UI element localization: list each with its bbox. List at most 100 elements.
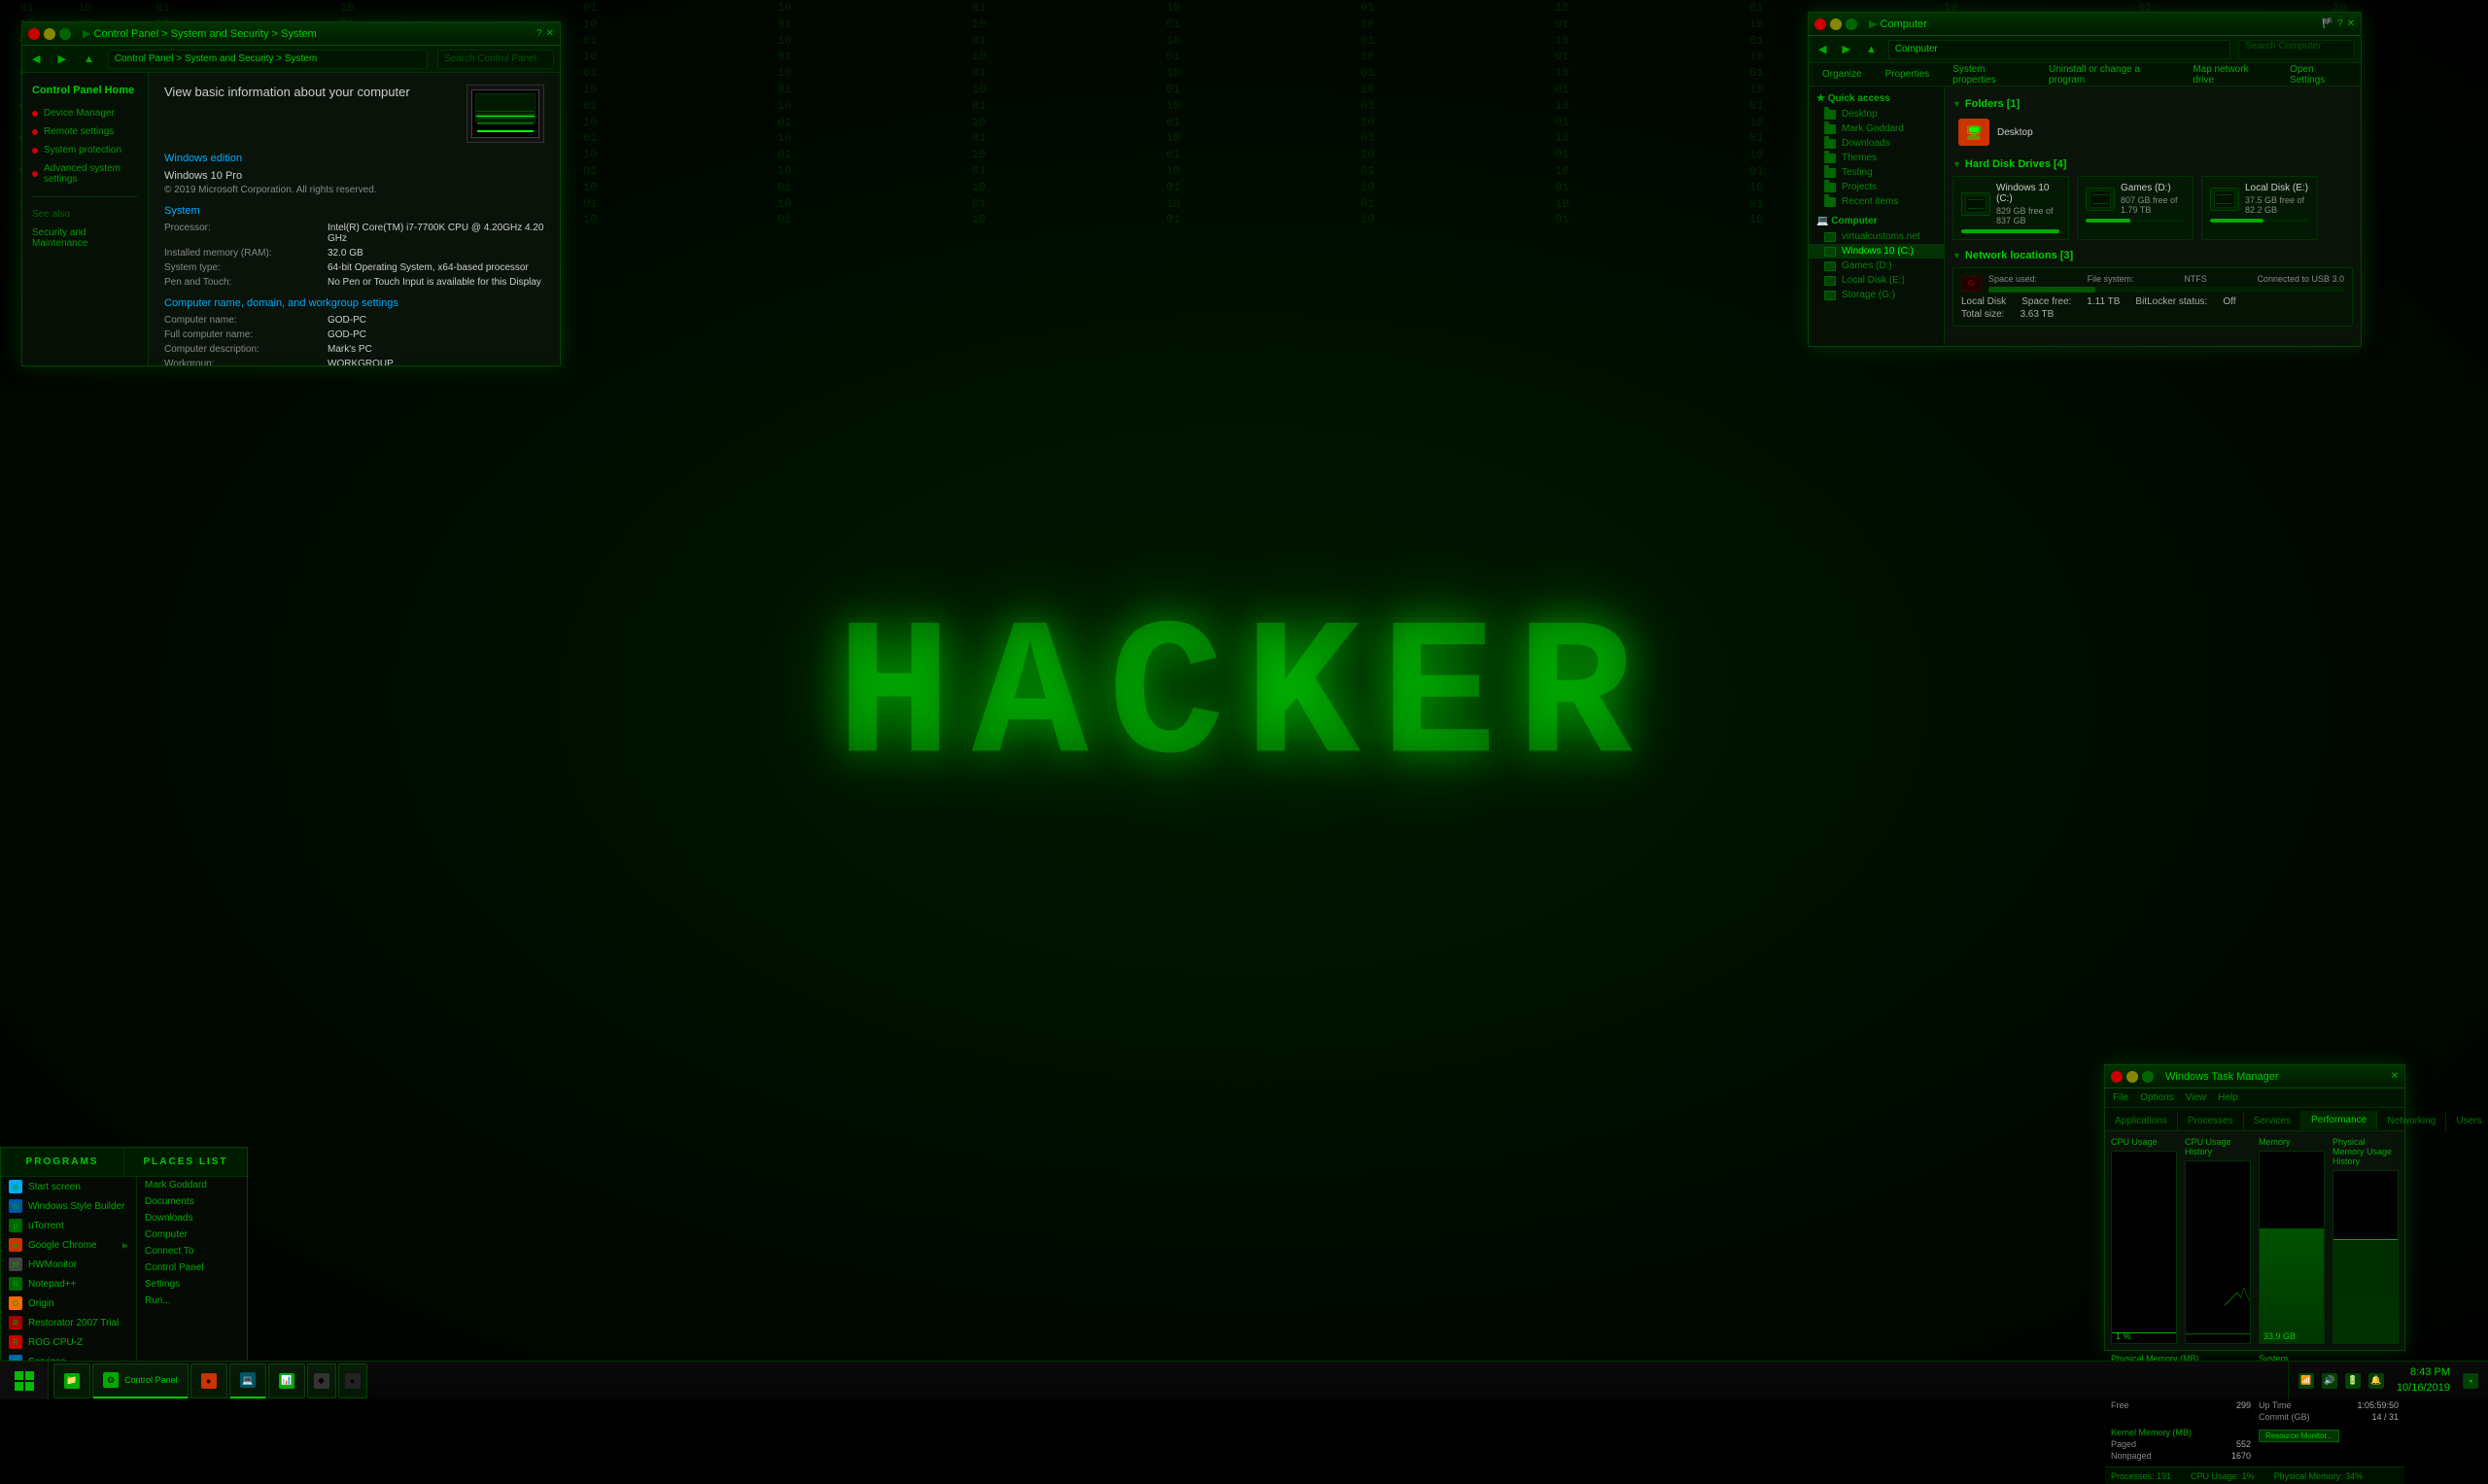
organize-menu[interactable]: Organize <box>1818 67 1866 82</box>
sidebar-mark-goddard[interactable]: Mark Goddard <box>1809 121 1944 136</box>
tab-services[interactable]: Services <box>2244 1112 2301 1130</box>
sidebar-item-advanced[interactable]: Advanced system settings <box>22 159 148 189</box>
close-icon[interactable]: ✕ <box>2391 1071 2399 1082</box>
tab-performance[interactable]: Performance <box>2301 1111 2377 1130</box>
help-icon[interactable]: ? <box>2337 18 2343 29</box>
minimize-button[interactable] <box>2126 1071 2138 1083</box>
sidebar-themes[interactable]: Themes <box>1809 151 1944 165</box>
sm-rog-cpuz[interactable]: R ROG CPU-Z <box>1 1332 136 1352</box>
taskbar-misc2[interactable]: ● <box>338 1363 367 1398</box>
back-button[interactable]: ◀ <box>28 51 44 67</box>
drive-e[interactable]: Local Disk (E:) 37.5 GB free of 82.2 GB <box>2201 176 2318 240</box>
sidebar-item-security[interactable]: Security and Maintenance <box>22 224 148 253</box>
sidebar-local-disk-e[interactable]: Local Disk (E:) <box>1809 273 1944 288</box>
maximize-button[interactable] <box>2142 1071 2154 1083</box>
fe-search-box[interactable]: Search Computer <box>2238 40 2355 59</box>
drive-d[interactable]: Games (D:) 807 GB free of 1.79 TB <box>2077 176 2194 240</box>
file-menu[interactable]: File <box>2113 1092 2128 1103</box>
quick-access-header[interactable]: ★ Quick access <box>1809 90 1944 107</box>
sm-origin[interactable]: O Origin <box>1 1294 136 1313</box>
sm-google-chrome[interactable]: ● Google Chrome ▶ <box>1 1235 136 1255</box>
sidebar-projects[interactable]: Projects <box>1809 180 1944 194</box>
systray-volume[interactable]: 🔊 <box>2322 1373 2337 1389</box>
sm-computer[interactable]: Computer <box>137 1226 247 1243</box>
sm-windows-style-builder[interactable]: W Windows Style Builder <box>1 1196 136 1216</box>
start-menu: PROGRAMS PLACES LIST ⊞ Start screen W Wi… <box>0 1147 248 1361</box>
sidebar-virtualcustoms[interactable]: virtualcustoms.net <box>1809 229 1944 244</box>
map-network-menu[interactable]: Map network drive <box>2189 62 2270 87</box>
cpu-history-section: CPU Usage History <box>2185 1137 2251 1344</box>
sidebar-item-remote-settings[interactable]: Remote settings <box>22 122 148 141</box>
tab-processes[interactable]: Processes <box>2178 1112 2244 1130</box>
sm-hwmonitor[interactable]: H HWMonitor <box>1 1255 136 1274</box>
computer-header[interactable]: 💻 Computer <box>1809 213 1944 229</box>
up-button[interactable]: ▲ <box>80 52 98 67</box>
pen-touch-label: Pen and Touch: <box>164 277 320 288</box>
sm-restorator[interactable]: R Restorator 2007 Trial <box>1 1313 136 1332</box>
sidebar-games-d[interactable]: Games (D:) <box>1809 259 1944 273</box>
sm-settings[interactable]: Settings <box>137 1276 247 1293</box>
taskbar-clock[interactable]: 8:43 PM 10/16/2019 <box>2392 1365 2455 1396</box>
search-box[interactable]: Search Control Panel <box>437 50 554 69</box>
sidebar-testing[interactable]: Testing <box>1809 165 1944 180</box>
minimize-button[interactable] <box>44 28 55 40</box>
sidebar-downloads[interactable]: Downloads <box>1809 136 1944 151</box>
back-button[interactable]: ◀ <box>1814 41 1830 57</box>
close-icon[interactable]: ✕ <box>2347 18 2355 29</box>
close-icon[interactable]: ✕ <box>546 28 554 39</box>
uninstall-menu[interactable]: Uninstall or change a program <box>2045 62 2173 87</box>
sm-services[interactable]: S Services ▶ <box>1 1352 136 1361</box>
systray-battery[interactable]: 🔋 <box>2345 1373 2361 1389</box>
systray-network[interactable]: 📶 <box>2298 1373 2314 1389</box>
sidebar-item-device-manager[interactable]: Device Manager <box>22 104 148 122</box>
sm-start-screen[interactable]: ⊞ Start screen <box>1 1177 136 1196</box>
paged-row: Paged 552 <box>2111 1439 2251 1449</box>
close-button[interactable] <box>1814 18 1826 30</box>
taskbar-control-panel[interactable]: ⚙ Control Panel <box>92 1363 189 1398</box>
sidebar-desktop[interactable]: Desktop <box>1809 107 1944 121</box>
sm-control-panel[interactable]: Control Panel <box>137 1260 247 1276</box>
systray-notification[interactable]: 🔔 <box>2368 1373 2384 1389</box>
sm-downloads[interactable]: Downloads <box>137 1210 247 1226</box>
sidebar-windows10-c[interactable]: Windows 10 (C:) <box>1809 244 1944 259</box>
forward-button[interactable]: ▶ <box>1838 41 1853 57</box>
maximize-button[interactable] <box>1846 18 1857 30</box>
fe-address-bar[interactable]: Computer <box>1888 40 2230 59</box>
properties-menu[interactable]: Properties <box>1882 67 1934 82</box>
sm-documents[interactable]: Documents <box>137 1193 247 1210</box>
taskbar-computer[interactable]: 💻 <box>229 1363 266 1398</box>
sm-notepadpp[interactable]: N Notepad++ <box>1 1274 136 1294</box>
tab-networking[interactable]: Networking <box>2377 1112 2446 1130</box>
sm-run[interactable]: Run... <box>137 1293 247 1309</box>
taskbar-file-explorer[interactable]: 📁 <box>53 1363 90 1398</box>
start-button[interactable] <box>0 1362 49 1399</box>
up-button[interactable]: ▲ <box>1862 42 1881 57</box>
taskbar-browser[interactable]: ● <box>190 1363 227 1398</box>
taskbar-misc1[interactable]: ◆ <box>307 1363 336 1398</box>
open-settings-menu[interactable]: Open Settings <box>2286 62 2351 87</box>
sidebar-storage-g[interactable]: Storage (G:) <box>1809 288 1944 302</box>
taskbar-task-manager[interactable]: 📊 <box>268 1363 305 1398</box>
sidebar-item-system-protection[interactable]: System protection <box>22 141 148 159</box>
options-menu[interactable]: Options <box>2140 1092 2173 1103</box>
close-button[interactable] <box>28 28 40 40</box>
minimize-button[interactable] <box>1830 18 1842 30</box>
sm-utorrent[interactable]: μ uTorrent <box>1 1216 136 1235</box>
sidebar-recent-items[interactable]: Recent items <box>1809 194 1944 209</box>
desktop-folder[interactable]: 🖥 Desktop <box>1952 116 2039 149</box>
forward-button[interactable]: ▶ <box>53 51 69 67</box>
system-properties-menu[interactable]: System properties <box>1949 62 2029 87</box>
address-bar[interactable]: Control Panel > System and Security > Sy… <box>108 50 428 69</box>
drive-c[interactable]: Windows 10 (C:) 829 GB free of 837 GB <box>1952 176 2069 240</box>
sm-connect-to[interactable]: Connect To <box>137 1243 247 1260</box>
tab-users[interactable]: Users <box>2446 1112 2488 1130</box>
help-menu[interactable]: Help <box>2218 1092 2238 1103</box>
help-icon[interactable]: ? <box>536 28 542 39</box>
close-button[interactable] <box>2111 1071 2123 1083</box>
tab-applications[interactable]: Applications <box>2105 1112 2178 1130</box>
maximize-button[interactable] <box>59 28 71 40</box>
view-menu[interactable]: View <box>2186 1092 2207 1103</box>
show-desktop[interactable]: ▪ <box>2463 1373 2478 1389</box>
resource-monitor-button[interactable]: Resource Monitor... <box>2259 1430 2339 1442</box>
sm-mark-goddard[interactable]: Mark Goddard <box>137 1177 247 1193</box>
